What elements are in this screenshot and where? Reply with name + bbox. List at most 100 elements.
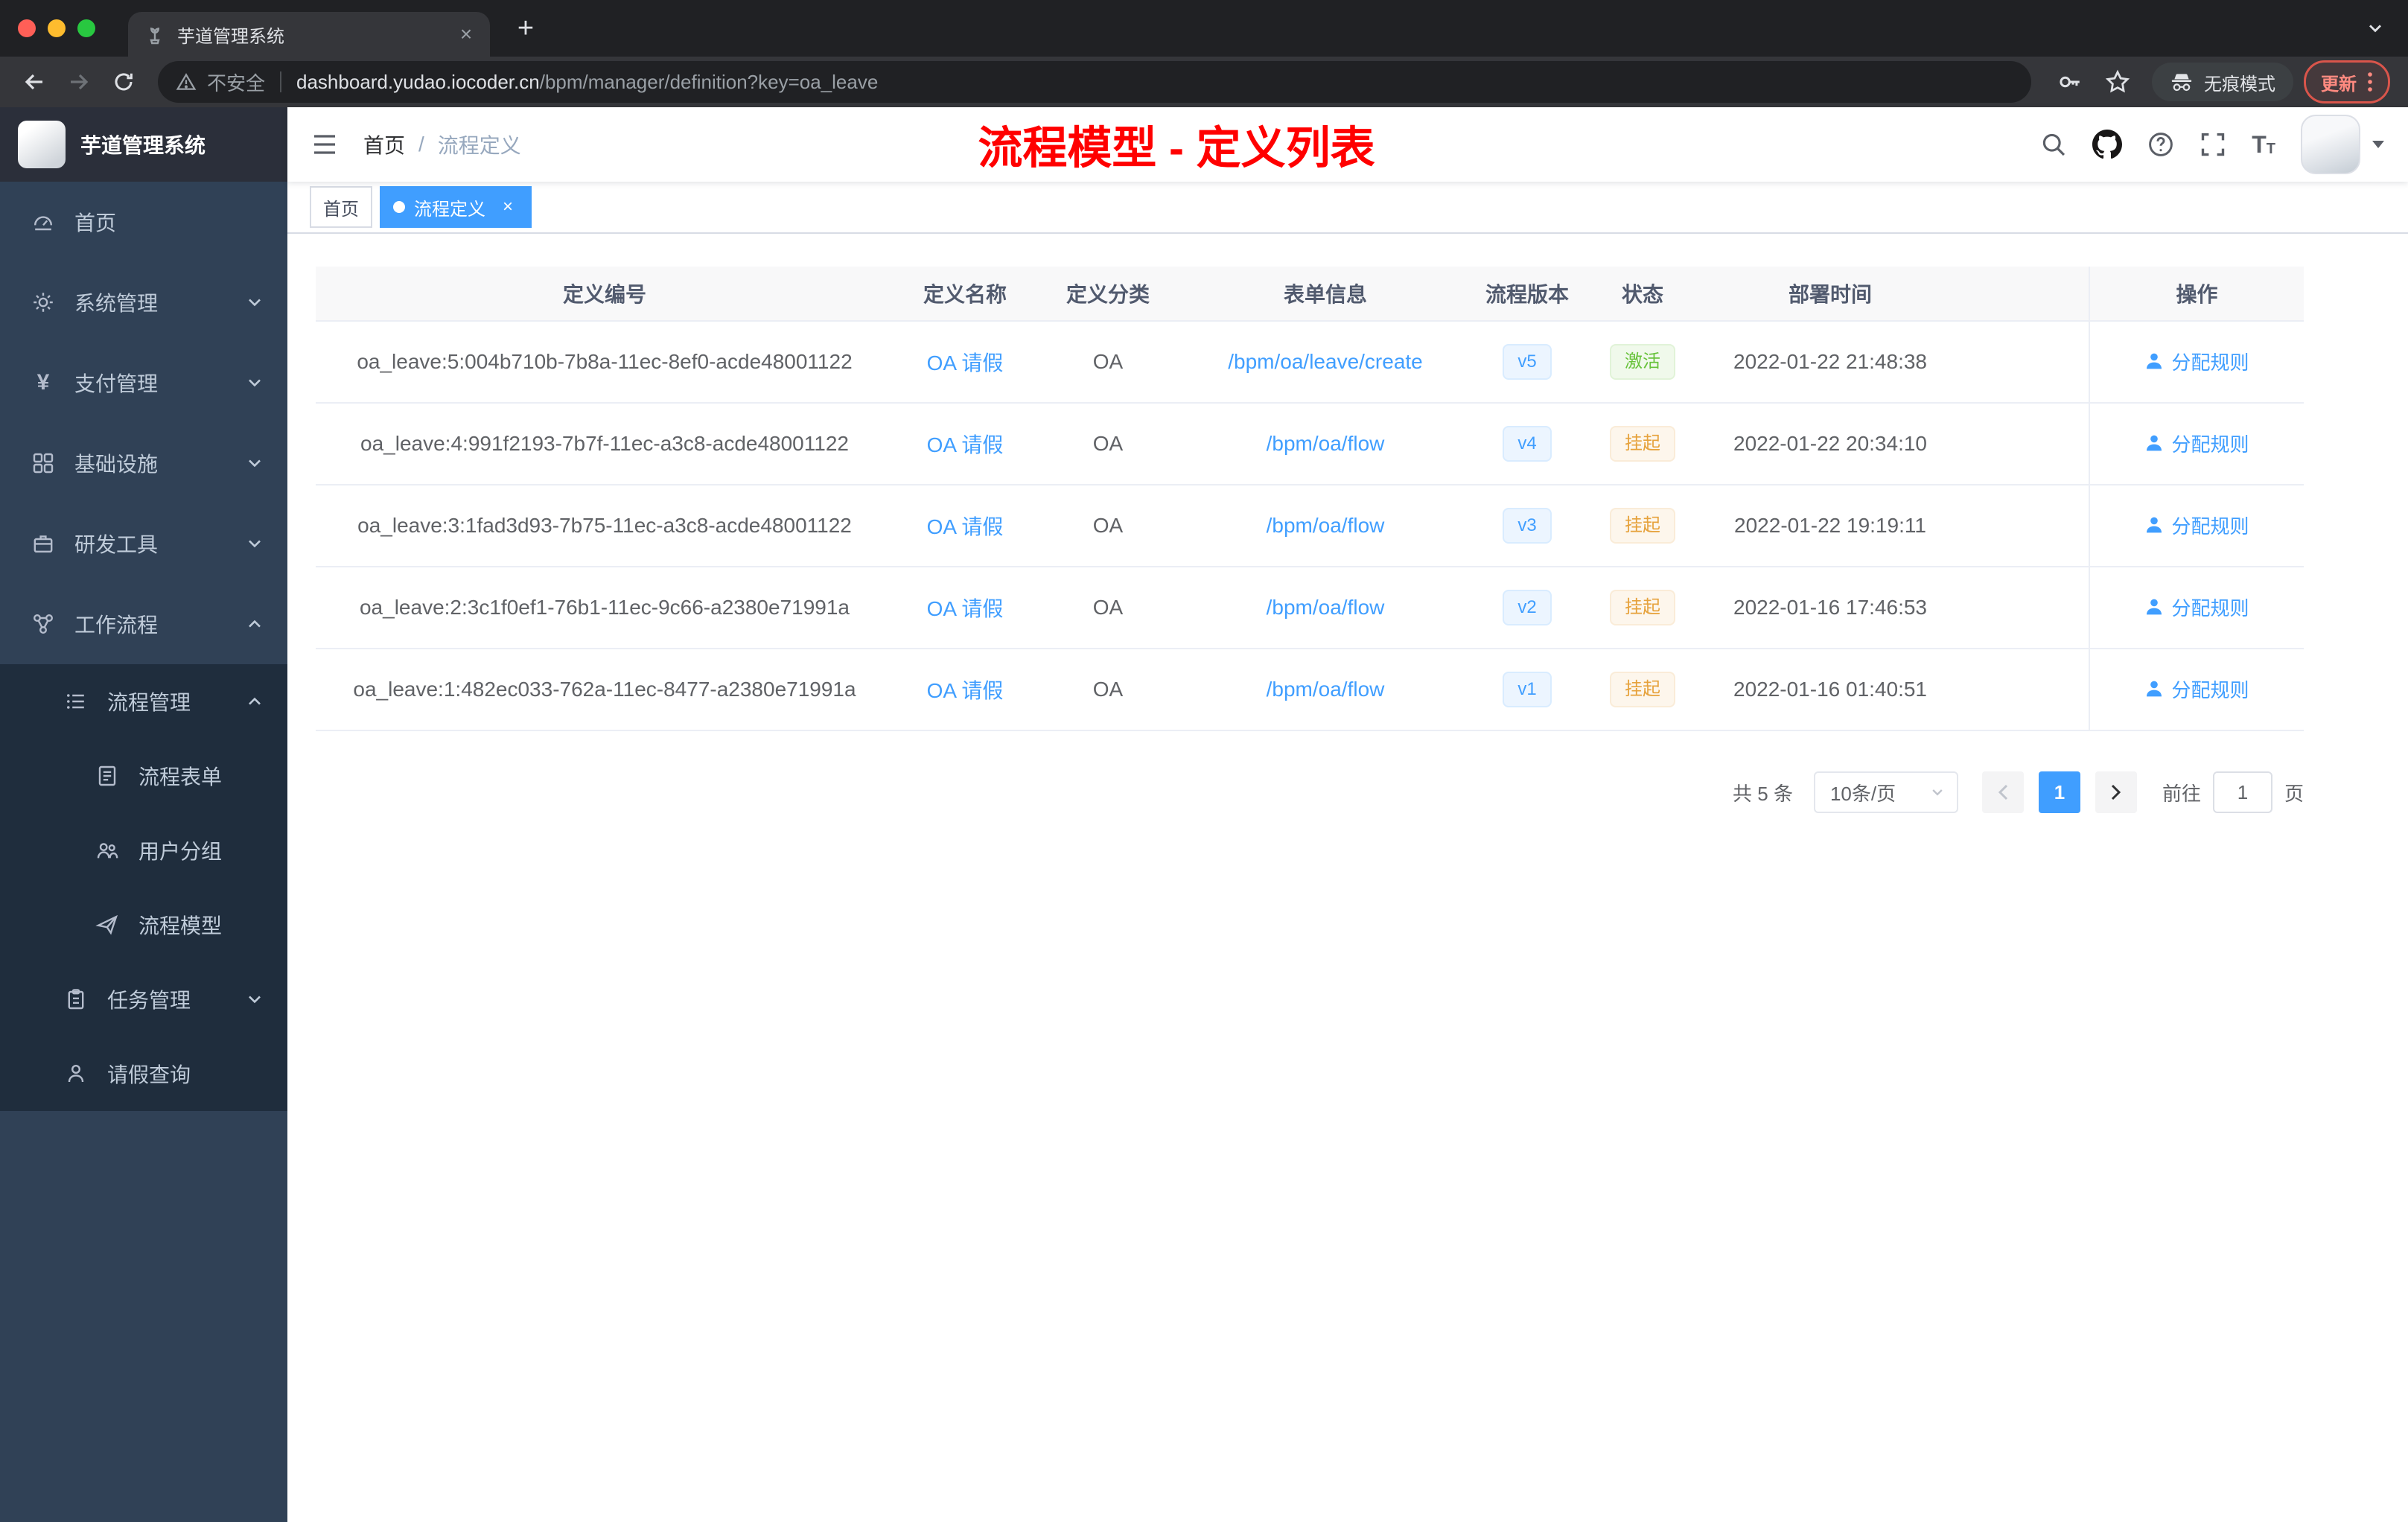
pagination-total: 共 5 条 <box>1733 782 1793 805</box>
incognito-label: 无痕模式 <box>2204 74 2275 95</box>
sidebar-item-label: 任务管理 <box>107 989 191 1012</box>
sidebar-item-process-model[interactable]: 流程模型 <box>0 888 287 962</box>
form-link[interactable]: /bpm/oa/flow <box>1267 678 1385 701</box>
sidebar-item-task-manage[interactable]: 任务管理 <box>0 962 287 1037</box>
definition-name-link[interactable]: OA 请假 <box>927 433 1004 456</box>
form-link[interactable]: /bpm/oa/leave/create <box>1228 350 1423 373</box>
prev-page-button[interactable] <box>1981 771 2024 813</box>
help-icon[interactable] <box>2147 131 2174 158</box>
font-size-icon[interactable]: TT <box>2252 133 2275 156</box>
definition-name-link[interactable]: OA 请假 <box>927 515 1004 538</box>
sidebar-item-process-form[interactable]: 流程表单 <box>0 739 287 813</box>
close-window-button[interactable] <box>18 19 36 37</box>
sidebar-item-payment[interactable]: ¥ 支付管理 <box>0 343 287 423</box>
page-content: 定义编号 定义名称 定义分类 表单信息 流程版本 状态 部署时间 操作 oa_l… <box>287 234 2408 1522</box>
assign-rule-link[interactable]: 分配规则 <box>2144 593 2249 621</box>
avatar[interactable] <box>2301 115 2360 174</box>
bookmark-star-icon[interactable] <box>2098 63 2137 101</box>
table-row: oa_leave:2:3c1f0ef1-76b1-11ec-9c66-a2380… <box>316 567 2304 649</box>
breadcrumb-home-link[interactable]: 首页 <box>363 130 405 159</box>
col-header-category: 定义分类 <box>1036 267 1179 322</box>
form-link[interactable]: /bpm/oa/flow <box>1267 432 1385 455</box>
tag-home[interactable]: 首页 <box>310 186 372 228</box>
hamburger-icon[interactable] <box>310 130 340 159</box>
assign-rule-link[interactable]: 分配规则 <box>2144 675 2249 703</box>
definition-name-link[interactable]: OA 请假 <box>927 597 1004 620</box>
assign-rule-link[interactable]: 分配规则 <box>2144 430 2249 457</box>
breadcrumb: 首页 / 流程定义 <box>363 130 521 159</box>
user-menu[interactable] <box>2301 115 2386 174</box>
browser-tabstrip: 芋道管理系统 × + <box>0 0 2408 57</box>
status-badge: 挂起 <box>1610 426 1675 462</box>
browser-menu-update-button[interactable]: 更新 <box>2304 60 2390 104</box>
list-tree-icon <box>67 694 84 709</box>
cell-category: OA <box>1036 567 1179 649</box>
search-icon[interactable] <box>2040 131 2067 158</box>
sidebar: 芋道管理系统 首页 系统管理 ¥ 支付管理 基础设施 研发工具 工作流程 流程管… <box>0 107 287 1522</box>
col-header-form: 表单信息 <box>1179 267 1471 322</box>
workflow-icon <box>33 614 54 634</box>
reload-button[interactable] <box>104 63 143 101</box>
sidebar-item-home[interactable]: 首页 <box>0 182 287 262</box>
minimize-window-button[interactable] <box>48 19 66 37</box>
breadcrumb-current: 流程定义 <box>437 134 521 157</box>
cell-category: OA <box>1036 321 1179 404</box>
page-jumper-input[interactable] <box>2212 771 2272 813</box>
user-icon <box>2147 435 2162 451</box>
sidebar-item-label: 工作流程 <box>74 614 159 637</box>
definition-name-link[interactable]: OA 请假 <box>927 679 1004 702</box>
new-tab-button[interactable]: + <box>508 10 544 46</box>
back-button[interactable] <box>15 63 54 101</box>
table-row: oa_leave:5:004b710b-7b8a-11ec-8ef0-acde4… <box>316 321 2304 404</box>
sidebar-item-process-manage[interactable]: 流程管理 <box>0 664 287 739</box>
col-header-name: 定义名称 <box>894 267 1036 322</box>
sidebar-item-workflow[interactable]: 工作流程 <box>0 584 287 664</box>
assign-rule-label: 分配规则 <box>2171 515 2249 538</box>
cell-filler <box>1958 567 2089 649</box>
sidebar-item-infra[interactable]: 基础设施 <box>0 423 287 503</box>
next-page-button[interactable] <box>2095 771 2137 813</box>
update-label: 更新 <box>2321 74 2357 95</box>
form-link[interactable]: /bpm/oa/flow <box>1267 514 1385 537</box>
sidebar-item-user-group[interactable]: 用户分组 <box>0 813 287 888</box>
definition-name-link[interactable]: OA 请假 <box>927 351 1004 375</box>
sidebar-item-label: 支付管理 <box>74 372 159 395</box>
tab-close-icon[interactable]: × <box>454 22 478 46</box>
gear-icon <box>34 293 53 312</box>
assign-rule-link[interactable]: 分配规则 <box>2144 512 2249 539</box>
status-badge: 挂起 <box>1610 508 1675 544</box>
sidebar-logo-row[interactable]: 芋道管理系统 <box>0 107 287 182</box>
page-size-select[interactable]: 10条/页 <box>1813 771 1958 813</box>
browser-tab[interactable]: 芋道管理系统 × <box>128 12 490 57</box>
assign-rule-link[interactable]: 分配规则 <box>2144 348 2249 375</box>
cell-filler <box>1958 403 2089 485</box>
github-icon[interactable] <box>2092 130 2123 159</box>
cell-deploy-time: 2022-01-16 17:46:53 <box>1702 567 1958 649</box>
tag-close-icon[interactable]: × <box>497 197 518 217</box>
fullscreen-icon[interactable] <box>2200 131 2226 158</box>
version-badge: v4 <box>1503 426 1552 462</box>
toolbox-icon <box>34 535 53 553</box>
yen-icon: ¥ <box>36 370 50 395</box>
version-badge: v3 <box>1503 508 1552 544</box>
form-link[interactable]: /bpm/oa/flow <box>1267 596 1385 619</box>
tab-search-chevron-icon[interactable] <box>2366 19 2384 37</box>
tag-process-definition[interactable]: 流程定义 × <box>380 186 532 228</box>
sidebar-item-label: 研发工具 <box>74 533 159 556</box>
pagination: 共 5 条 10条/页 1 前往 页 <box>316 771 2304 813</box>
window-controls <box>0 19 110 37</box>
address-bar[interactable]: 不安全 dashboard.yudao.iocoder.cn/bpm/manag… <box>158 61 2031 103</box>
page-number-1[interactable]: 1 <box>2038 771 2080 813</box>
sidebar-item-label: 流程表单 <box>138 765 223 789</box>
chevron-right-icon <box>2111 784 2121 800</box>
sidebar-item-system[interactable]: 系统管理 <box>0 262 287 343</box>
maximize-window-button[interactable] <box>77 19 95 37</box>
password-key-icon[interactable] <box>2051 63 2089 101</box>
sidebar-item-leave-query[interactable]: 请假查询 <box>0 1037 287 1111</box>
sidebar-item-devtools[interactable]: 研发工具 <box>0 503 287 584</box>
cell-deploy-time: 2022-01-16 01:40:51 <box>1702 649 1958 731</box>
col-header-version: 流程版本 <box>1471 267 1583 322</box>
chevron-down-icon <box>249 459 261 468</box>
forward-button[interactable] <box>60 63 98 101</box>
sidebar-item-label: 系统管理 <box>74 292 159 315</box>
